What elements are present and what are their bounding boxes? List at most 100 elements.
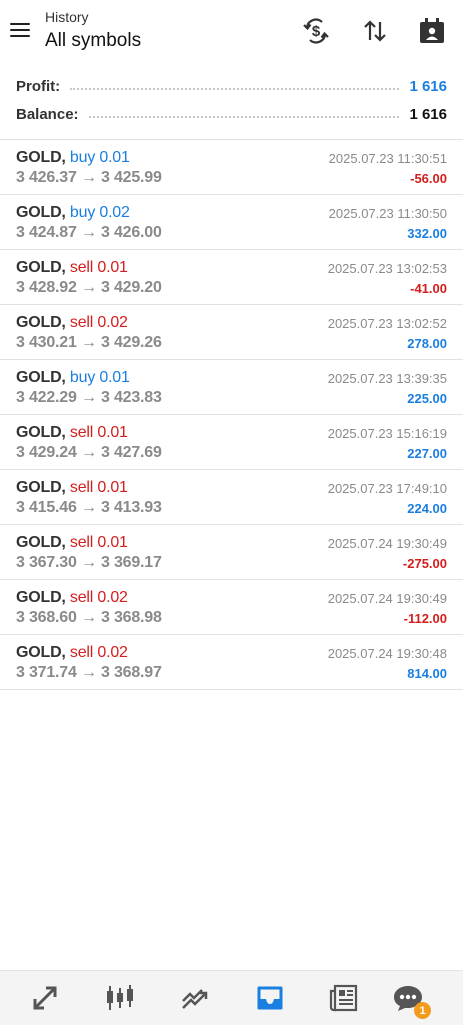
close-price: 3 427.69 (101, 444, 162, 461)
messages-badge: 1 (414, 1002, 431, 1019)
deal-time: 2025.07.23 17:49:10 (327, 481, 447, 496)
open-price: 3 429.24 (16, 444, 77, 461)
deal-time: 2025.07.24 19:30:49 (327, 591, 447, 606)
messages-icon[interactable]: 1 (391, 981, 431, 1019)
deal-time: 2025.07.24 19:30:49 (327, 536, 447, 551)
deal-profit: -112.00 (403, 611, 447, 626)
news-icon[interactable] (327, 981, 361, 1015)
open-price: 3 426.37 (16, 169, 77, 186)
deal-row[interactable]: GOLD, buy 0.01 3 426.37 → 3 425.99 2025.07… (0, 140, 463, 195)
deal-symbol: GOLD, sell 0.01 (16, 534, 128, 552)
deal-row[interactable]: GOLD, sell 0.01 3 367.30 → 3 369.17 2025.0… (0, 525, 463, 580)
deal-symbol: GOLD, sell 0.01 (16, 424, 128, 442)
deal-row[interactable]: GOLD, sell 0.02 3 371.74 → 3 368.97 2025.0… (0, 635, 463, 690)
deal-profit: -41.00 (410, 281, 447, 296)
deal-symbol: GOLD, buy 0.02 (16, 204, 130, 222)
arrow-icon: → (80, 169, 97, 186)
deal-profit: 224.00 (407, 501, 447, 516)
arrow-icon: → (80, 499, 97, 516)
symbol-name: GOLD, (16, 644, 66, 661)
deal-row[interactable]: GOLD, buy 0.02 3 424.87 → 3 426.00 2025.07… (0, 195, 463, 250)
open-price: 3 368.60 (16, 609, 77, 626)
arrow-icon: → (80, 279, 97, 296)
deal-side: buy 0.01 (69, 369, 130, 386)
deal-side: sell 0.01 (69, 479, 128, 496)
deal-prices: 3 367.30 → 3 369.17 (16, 554, 162, 572)
deal-prices: 3 430.21 → 3 429.26 (16, 334, 162, 352)
deal-profit: 227.00 (407, 446, 447, 461)
arrow-icon: → (80, 554, 97, 571)
close-price: 3 368.98 (101, 609, 162, 626)
history-icon[interactable] (253, 981, 287, 1015)
deal-prices: 3 415.46 → 3 413.93 (16, 499, 162, 517)
dotted-leader (88, 116, 400, 118)
deal-row[interactable]: GOLD, sell 0.02 3 430.21 → 3 429.26 2025.0… (0, 305, 463, 360)
arrow-icon: → (80, 609, 97, 626)
deal-side: sell 0.01 (69, 534, 128, 551)
symbol-name: GOLD, (16, 259, 66, 276)
arrow-icon: → (80, 224, 97, 241)
deal-symbol: GOLD, buy 0.01 (16, 369, 130, 387)
arrow-icon: → (80, 334, 97, 351)
deal-time: 2025.07.24 19:30:48 (327, 646, 447, 661)
svg-text:$: $ (312, 23, 321, 40)
deal-prices: 3 371.74 → 3 368.97 (16, 664, 162, 682)
deal-row[interactable]: GOLD, sell 0.01 3 428.92 → 3 429.20 2025.0… (0, 250, 463, 305)
open-price: 3 424.87 (16, 224, 77, 241)
open-price: 3 371.74 (16, 664, 77, 681)
open-price: 3 415.46 (16, 499, 77, 516)
deal-prices: 3 428.92 → 3 429.20 (16, 279, 162, 297)
deal-side: sell 0.02 (69, 314, 128, 331)
symbol-name: GOLD, (16, 479, 66, 496)
symbol-name: GOLD, (16, 424, 66, 441)
deal-side: sell 0.02 (69, 644, 128, 661)
deal-prices: 3 368.60 → 3 368.98 (16, 609, 162, 627)
page-title[interactable]: All symbols (45, 30, 141, 52)
close-price: 3 429.26 (101, 334, 162, 351)
close-price: 3 369.17 (101, 554, 162, 571)
deal-time: 2025.07.23 11:30:51 (328, 151, 447, 166)
deal-symbol: GOLD, buy 0.01 (16, 149, 130, 167)
deal-row[interactable]: GOLD, sell 0.01 3 429.24 → 3 427.69 2025.0… (0, 415, 463, 470)
deal-time: 2025.07.23 15:16:19 (327, 426, 447, 441)
deal-symbol: GOLD, sell 0.02 (16, 644, 128, 662)
deal-symbol: GOLD, sell 0.01 (16, 479, 128, 497)
close-price: 3 423.83 (101, 389, 162, 406)
balance-row: Balance: 1 616 (16, 102, 447, 126)
top-app-bar: History All symbols $ (0, 0, 463, 62)
deal-profit: 814.00 (407, 666, 447, 681)
deal-profit: 278.00 (407, 336, 447, 351)
deal-time: 2025.07.23 13:02:53 (327, 261, 447, 276)
close-price: 3 429.20 (101, 279, 162, 296)
symbol-name: GOLD, (16, 314, 66, 331)
deal-prices: 3 424.87 → 3 426.00 (16, 224, 162, 242)
symbol-name: GOLD, (16, 534, 66, 551)
deal-profit: -56.00 (410, 171, 447, 186)
deal-side: sell 0.02 (69, 589, 128, 606)
deal-profit: 332.00 (407, 226, 447, 241)
deal-profit: 225.00 (407, 391, 447, 406)
deal-prices: 3 422.29 → 3 423.83 (16, 389, 162, 407)
deal-row[interactable]: GOLD, sell 0.02 3 368.60 → 3 368.98 2025.0… (0, 580, 463, 635)
deal-side: buy 0.02 (69, 204, 130, 221)
profit-value: 1 616 (409, 77, 447, 95)
quotes-icon[interactable] (28, 981, 62, 1015)
sort-icon[interactable] (360, 16, 390, 46)
open-price: 3 367.30 (16, 554, 77, 571)
currency-exchange-icon[interactable]: $ (301, 16, 331, 46)
menu-icon[interactable] (10, 18, 34, 42)
open-price: 3 428.92 (16, 279, 77, 296)
balance-value: 1 616 (409, 105, 447, 123)
deal-row[interactable]: GOLD, buy 0.01 3 422.29 → 3 423.83 2025.07… (0, 360, 463, 415)
deal-side: buy 0.01 (69, 149, 130, 166)
calendar-icon[interactable] (417, 16, 447, 46)
deal-row[interactable]: GOLD, sell 0.01 3 415.46 → 3 413.93 2025.0… (0, 470, 463, 525)
trade-icon[interactable] (178, 981, 212, 1015)
balance-label: Balance: (16, 105, 79, 123)
page-subtitle: History (45, 9, 89, 25)
deal-time: 2025.07.23 13:02:52 (327, 316, 447, 331)
chart-icon[interactable] (103, 981, 137, 1015)
bottom-navigation: 1 (0, 970, 463, 1025)
deal-prices: 3 429.24 → 3 427.69 (16, 444, 162, 462)
arrow-icon: → (80, 664, 97, 681)
